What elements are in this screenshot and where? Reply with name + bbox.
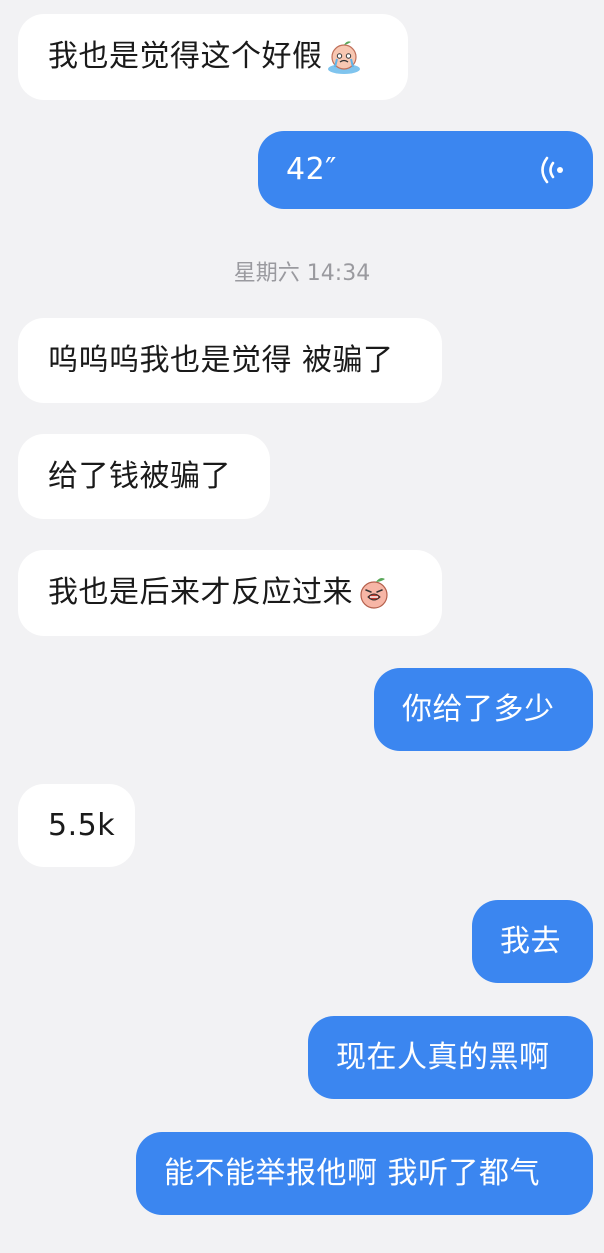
message-bubble-outgoing[interactable]: 我去 [472,900,593,983]
message-bubble-outgoing[interactable]: 能不能举报他啊 我听了都气 [136,1132,593,1215]
message-bubble-incoming[interactable]: 我也是觉得这个好假 [18,14,408,100]
message-text: 我去 [500,923,561,959]
timestamp-divider: 星期六 14:34 [233,261,371,286]
message-text: 5.5k [48,807,116,843]
message-text: 我也是后来才反应过来 [48,575,353,610]
message-bubble-incoming[interactable]: 给了钱被骗了 [18,434,270,519]
message-text: 能不能举报他啊 我听了都气 [164,1155,541,1191]
message-bubble-incoming[interactable]: 5.5k [18,784,135,867]
message-text: 你给了多少 [402,691,555,727]
message-text: 我也是觉得这个好假 [48,39,323,74]
upset-peach-emoji-icon [360,578,388,609]
voice-message-bubble[interactable]: 42″ [258,131,593,209]
message-text: 给了钱被骗了 [48,458,231,494]
message-bubble-incoming[interactable]: 呜呜呜我也是觉得 被骗了 [18,318,442,403]
message-text: 现在人真的黑啊 [336,1039,550,1075]
voice-wave-icon [541,156,563,184]
message-bubble-outgoing[interactable]: 现在人真的黑啊 [308,1016,593,1099]
voice-duration: 42″ [286,152,337,187]
message-text: 呜呜呜我也是觉得 被骗了 [48,342,394,378]
message-bubble-incoming[interactable]: 我也是后来才反应过来 [18,550,442,636]
crying-peach-emoji-icon [327,41,360,74]
message-bubble-outgoing[interactable]: 你给了多少 [374,668,593,751]
